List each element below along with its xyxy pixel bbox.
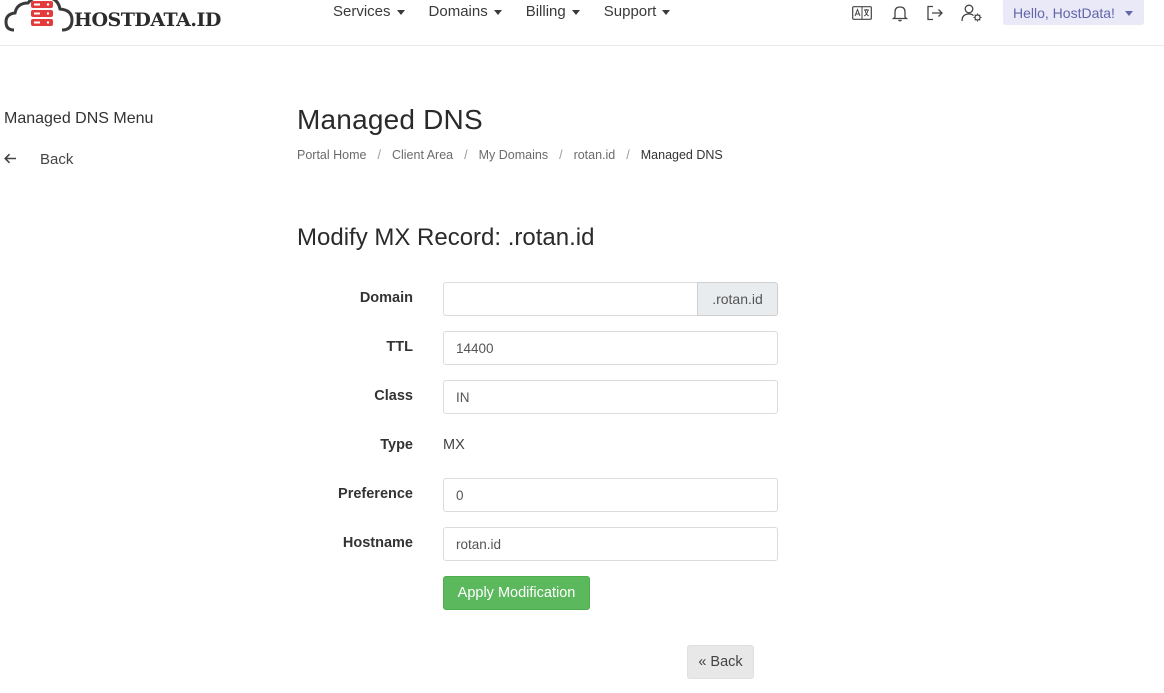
breadcrumb-separator: / xyxy=(377,148,381,162)
breadcrumb-my-domains[interactable]: My Domains xyxy=(479,148,548,162)
domain-suffix-addon: .rotan.id xyxy=(697,282,778,316)
cloud-server-logo-icon xyxy=(4,0,76,34)
caret-down-icon xyxy=(493,10,502,15)
caret-down-icon xyxy=(662,10,671,15)
page-title: Managed DNS xyxy=(297,104,483,135)
domain-input-group: .rotan.id xyxy=(443,282,778,316)
ttl-label: TTL xyxy=(386,339,413,355)
preference-input[interactable]: 0 xyxy=(443,478,778,512)
caret-down-icon xyxy=(571,10,580,15)
top-navbar: HOSTDATA.ID Services Domains Billing Sup… xyxy=(0,0,1164,46)
breadcrumb: Portal Home / Client Area / My Domains /… xyxy=(297,148,723,162)
breadcrumb-current: Managed DNS xyxy=(640,148,723,162)
arrow-left-icon xyxy=(4,151,18,168)
breadcrumb-domain[interactable]: rotan.id xyxy=(574,148,616,162)
preference-label: Preference xyxy=(338,486,413,502)
caret-down-icon xyxy=(1124,11,1133,16)
bell-icon[interactable] xyxy=(889,4,911,22)
nav-billing-label: Billing xyxy=(525,3,566,20)
domain-input[interactable] xyxy=(443,282,697,316)
nav-support-label: Support xyxy=(603,3,657,20)
sidebar-back-link[interactable]: Back xyxy=(4,151,73,168)
nav-support[interactable]: Support xyxy=(604,3,671,20)
section-title: Modify MX Record: .rotan.id xyxy=(297,224,595,251)
user-menu-button[interactable]: Hello, HostData! xyxy=(1003,0,1144,25)
nav-services-label: Services xyxy=(333,3,391,20)
caret-down-icon xyxy=(396,10,405,15)
breadcrumb-separator: / xyxy=(559,148,563,162)
breadcrumb-client-area[interactable]: Client Area xyxy=(392,148,453,162)
nav-billing[interactable]: Billing xyxy=(526,3,580,20)
hostname-input[interactable]: rotan.id xyxy=(443,527,778,561)
back-button[interactable]: « Back xyxy=(687,645,754,679)
user-settings-icon[interactable] xyxy=(961,4,983,22)
class-input[interactable]: IN xyxy=(443,380,778,414)
main-nav: Services Domains Billing Support xyxy=(333,3,671,20)
logout-icon[interactable] xyxy=(924,4,946,22)
breadcrumb-separator: / xyxy=(626,148,630,162)
nav-domains-label: Domains xyxy=(428,3,488,20)
ttl-input[interactable]: 14400 xyxy=(443,331,778,365)
breadcrumb-separator: / xyxy=(464,148,468,162)
apply-modification-button[interactable]: Apply Modification xyxy=(443,576,590,610)
logo[interactable]: HOSTDATA.ID xyxy=(4,0,221,34)
breadcrumb-portal-home[interactable]: Portal Home xyxy=(297,148,366,162)
hostname-label: Hostname xyxy=(342,535,413,551)
nav-domains[interactable]: Domains xyxy=(429,3,502,20)
type-label: Type xyxy=(380,437,413,453)
class-label: Class xyxy=(374,388,413,404)
logo-text: HOSTDATA.ID xyxy=(74,9,221,31)
domain-label: Domain xyxy=(359,290,413,306)
sidebar-title: Managed DNS Menu xyxy=(4,110,154,127)
user-menu-label: Hello, HostData! xyxy=(1013,4,1115,21)
translate-icon[interactable] xyxy=(851,4,873,22)
type-value: MX xyxy=(443,437,465,453)
nav-services[interactable]: Services xyxy=(333,3,405,20)
sidebar-back-label: Back xyxy=(40,151,74,168)
